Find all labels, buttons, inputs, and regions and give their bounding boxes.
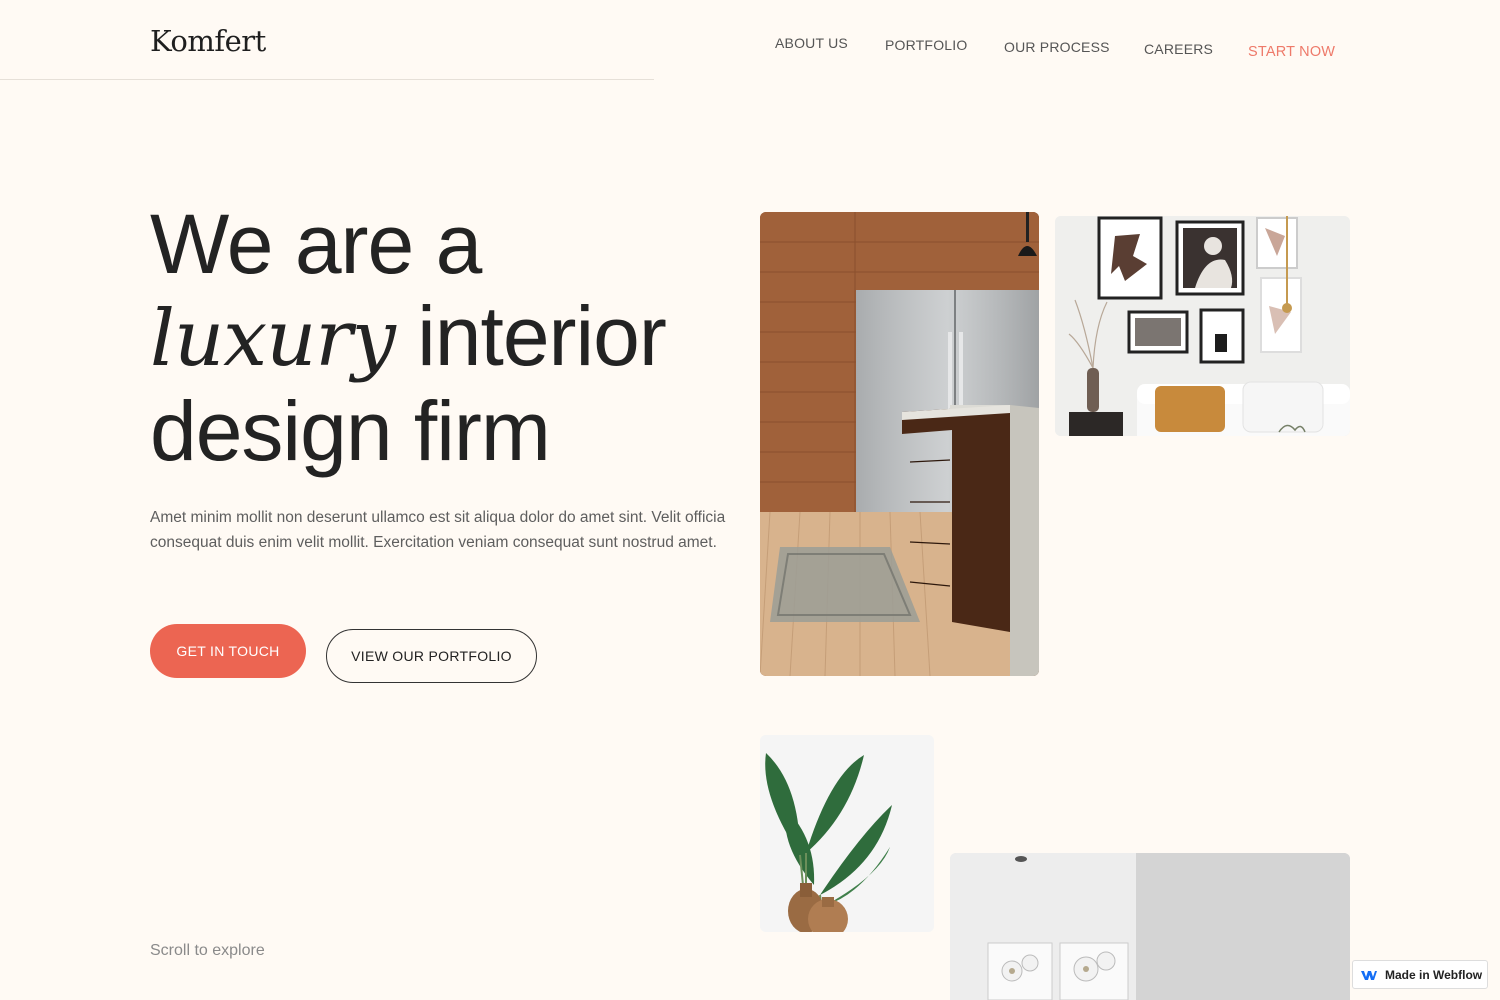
room-illustration: [950, 853, 1350, 1000]
nav-about-us[interactable]: ABOUT US: [775, 35, 848, 51]
hero-title-line-3: design firm: [150, 384, 551, 478]
gallery-wall-illustration: [1055, 216, 1350, 436]
plant-image: [760, 735, 934, 932]
hero-title: We are a luxury interior design firm: [150, 198, 750, 477]
scroll-hint: Scroll to explore: [150, 942, 265, 959]
nav-careers[interactable]: CAREERS: [1144, 41, 1213, 57]
kitchen-illustration: [760, 212, 1039, 676]
hero-title-line-2: luxury interior: [150, 290, 750, 385]
nav-start-now[interactable]: START NOW: [1248, 44, 1335, 60]
room-image: [950, 853, 1350, 1000]
header-divider: [0, 79, 654, 80]
badge-label: Made in Webflow: [1385, 967, 1483, 982]
get-in-touch-button[interactable]: GET IN TOUCH: [150, 624, 306, 678]
hero-title-italic: luxury: [150, 294, 396, 384]
logo[interactable]: Komfert: [150, 24, 266, 58]
site-header: Komfert ABOUT US PORTFOLIO OUR PROCESS C…: [0, 0, 1500, 80]
nav-our-process[interactable]: OUR PROCESS: [1004, 39, 1110, 55]
kitchen-image: [760, 212, 1039, 676]
gallery-wall-image: [1055, 216, 1350, 436]
view-portfolio-button[interactable]: VIEW OUR PORTFOLIO: [326, 629, 537, 683]
hero-description: Amet minim mollit non deserunt ullamco e…: [150, 509, 726, 551]
nav-portfolio[interactable]: PORTFOLIO: [885, 37, 967, 53]
page: Komfert ABOUT US PORTFOLIO OUR PROCESS C…: [0, 0, 1500, 1000]
made-in-webflow-badge[interactable]: Made in Webflow: [1352, 960, 1488, 989]
hero-title-line-1: We are a: [150, 197, 482, 291]
plant-illustration: [760, 735, 934, 932]
hero-title-line-2-rest: interior: [417, 289, 667, 383]
webflow-icon: [1361, 970, 1377, 980]
